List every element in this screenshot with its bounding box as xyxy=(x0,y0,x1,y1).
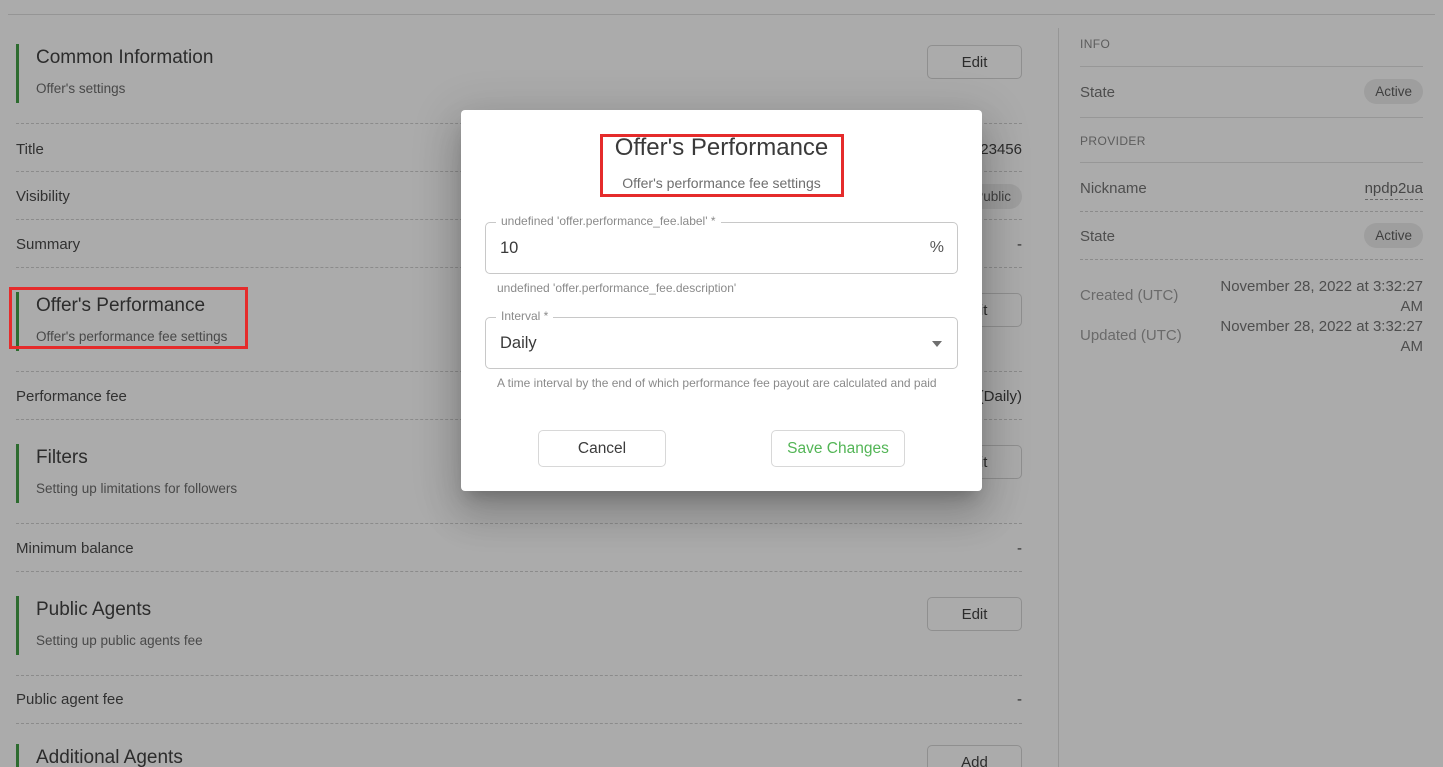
interval-select-label: Interval * xyxy=(496,309,553,324)
offers-performance-dialog: Offer's Performance Offer's performance … xyxy=(461,110,982,491)
dropdown-arrow-icon xyxy=(932,341,942,347)
page: Common Information Offer's settings Edit… xyxy=(0,0,1443,767)
cancel-button[interactable]: Cancel xyxy=(538,430,666,467)
performance-fee-helper-text: undefined 'offer.performance_fee.descrip… xyxy=(497,281,736,296)
interval-helper-text: A time interval by the end of which perf… xyxy=(497,376,937,391)
save-changes-button[interactable]: Save Changes xyxy=(771,430,905,467)
interval-selected-value: Daily xyxy=(500,334,537,353)
percent-suffix: % xyxy=(930,239,944,257)
performance-fee-input[interactable] xyxy=(500,224,900,272)
interval-select[interactable]: Interval * Daily xyxy=(485,317,958,369)
performance-fee-field[interactable]: undefined 'offer.performance_fee.label' … xyxy=(485,222,958,274)
dialog-subtitle: Offer's performance fee settings xyxy=(461,174,982,192)
dialog-title: Offer's Performance xyxy=(461,133,982,163)
